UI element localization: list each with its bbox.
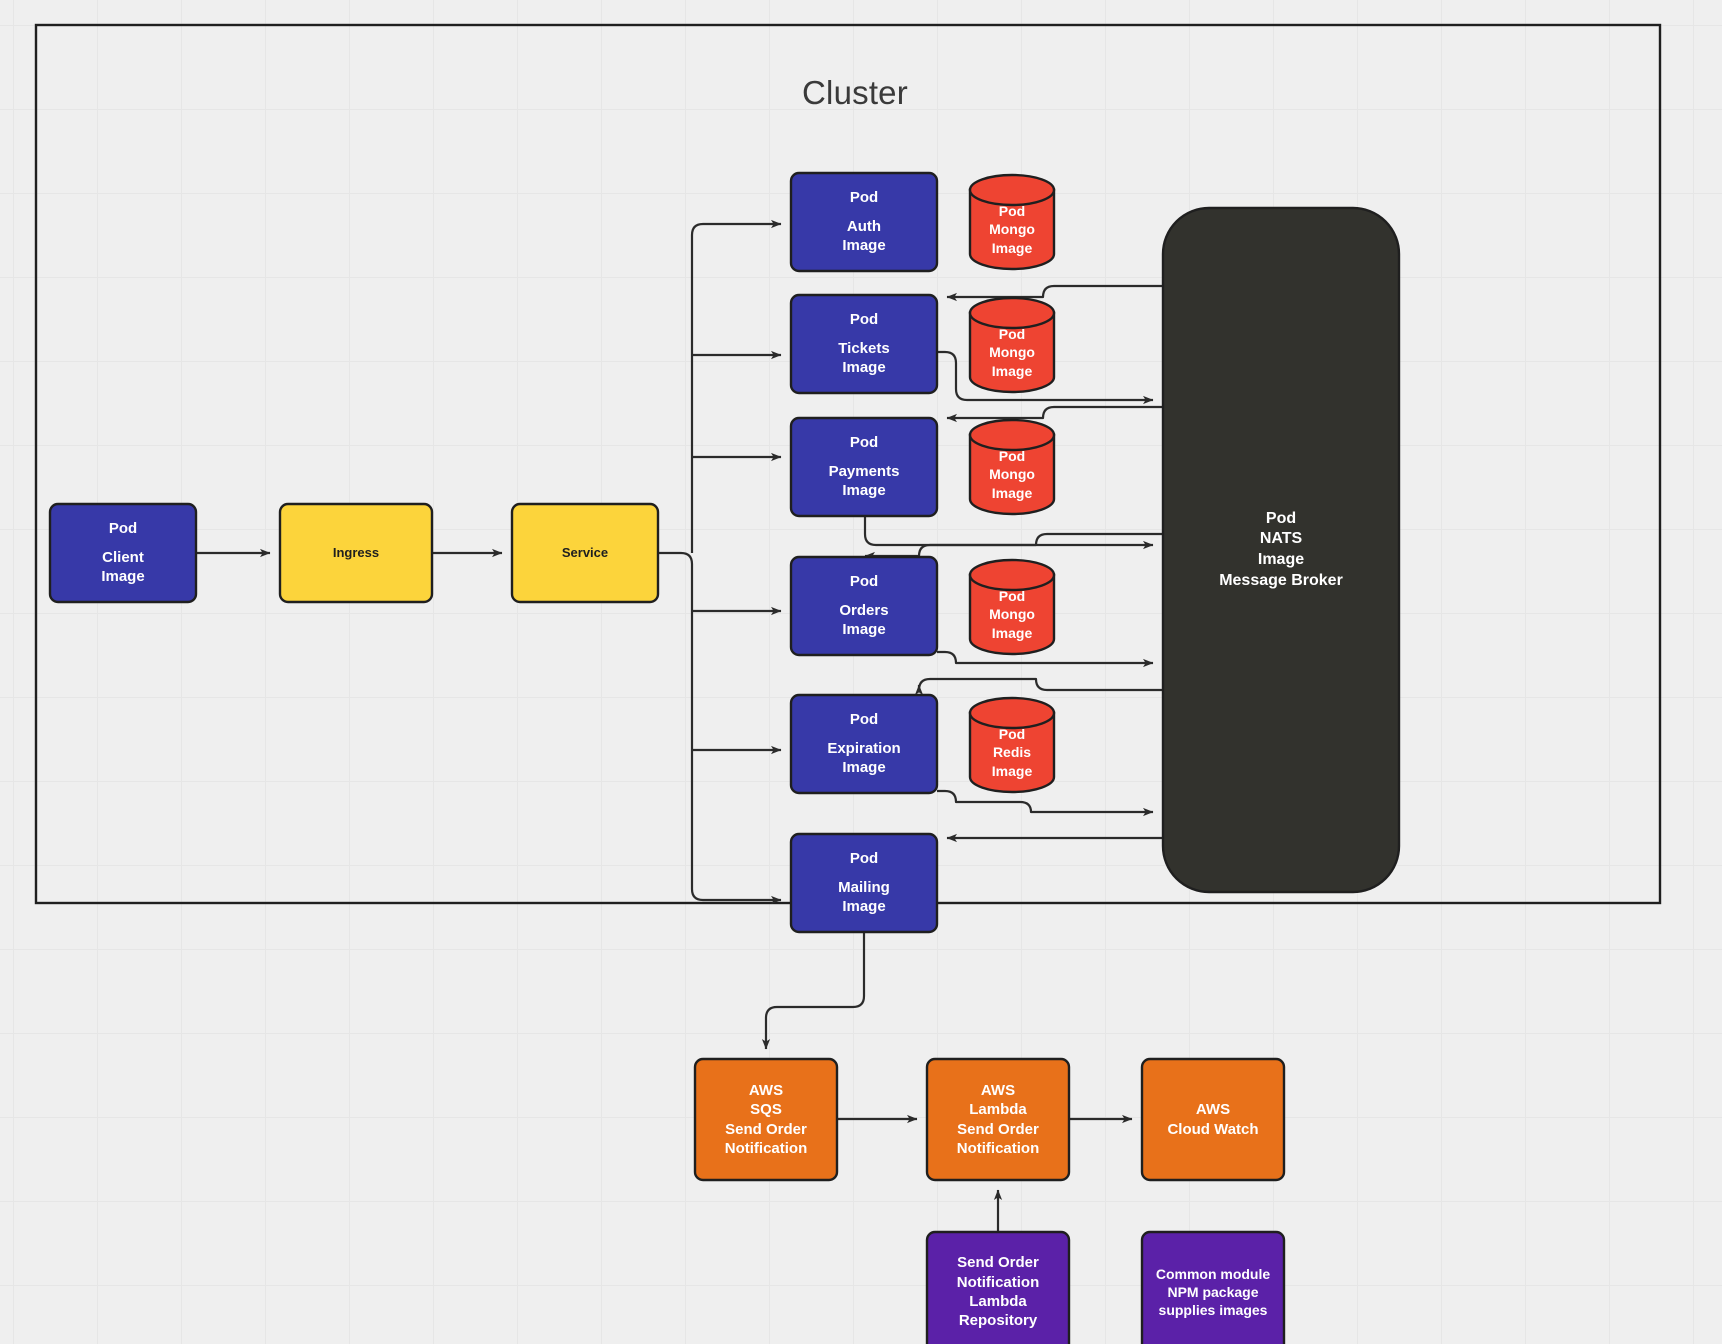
shape-service[interactable] <box>510 502 660 604</box>
shape-common-module[interactable] <box>1140 1230 1286 1344</box>
shape-aws-cloudwatch[interactable] <box>1140 1057 1286 1182</box>
edge-orders-to-nats <box>937 650 1154 668</box>
cylinder-mongo-orders[interactable] <box>968 558 1056 656</box>
cylinder-mongo-tickets[interactable] <box>968 296 1056 394</box>
cylinder-mongo-auth[interactable] <box>968 173 1056 271</box>
edge-mailing-to-sqs <box>761 932 866 1050</box>
shape-auth-pod[interactable] <box>789 171 939 273</box>
shape-client-pod[interactable] <box>48 502 198 604</box>
edge-expiration-to-nats <box>937 789 1154 817</box>
shape-nats-broker[interactable] <box>1161 206 1401 894</box>
edge-nats-to-expiration <box>914 677 1163 695</box>
shape-tickets-pod[interactable] <box>789 293 939 395</box>
cluster-title: Cluster <box>802 74 908 111</box>
edge-nats-to-payments <box>946 405 1163 423</box>
cylinder-mongo-payments[interactable] <box>968 418 1056 516</box>
edge-nats-to-tickets <box>946 284 1163 302</box>
shape-aws-sqs[interactable] <box>693 1057 839 1182</box>
shape-ingress[interactable] <box>278 502 434 604</box>
diagram-shapes-layer <box>34 23 1662 1344</box>
architecture-diagram-canvas: Cluster Pod Client Image Ingress Service… <box>0 0 1722 1344</box>
shape-lambda-repository[interactable] <box>925 1230 1071 1344</box>
edge-service-trunk-up <box>690 219 782 553</box>
shape-expiration-pod[interactable] <box>789 693 939 795</box>
shape-payments-pod[interactable] <box>789 416 939 518</box>
edge-payments-to-nats <box>863 516 1154 550</box>
shape-mailing-pod[interactable] <box>789 832 939 934</box>
edge-service-trunk <box>658 551 782 905</box>
shape-aws-lambda[interactable] <box>925 1057 1071 1182</box>
shape-orders-pod[interactable] <box>789 555 939 657</box>
cylinder-redis-expiration[interactable] <box>968 696 1056 794</box>
